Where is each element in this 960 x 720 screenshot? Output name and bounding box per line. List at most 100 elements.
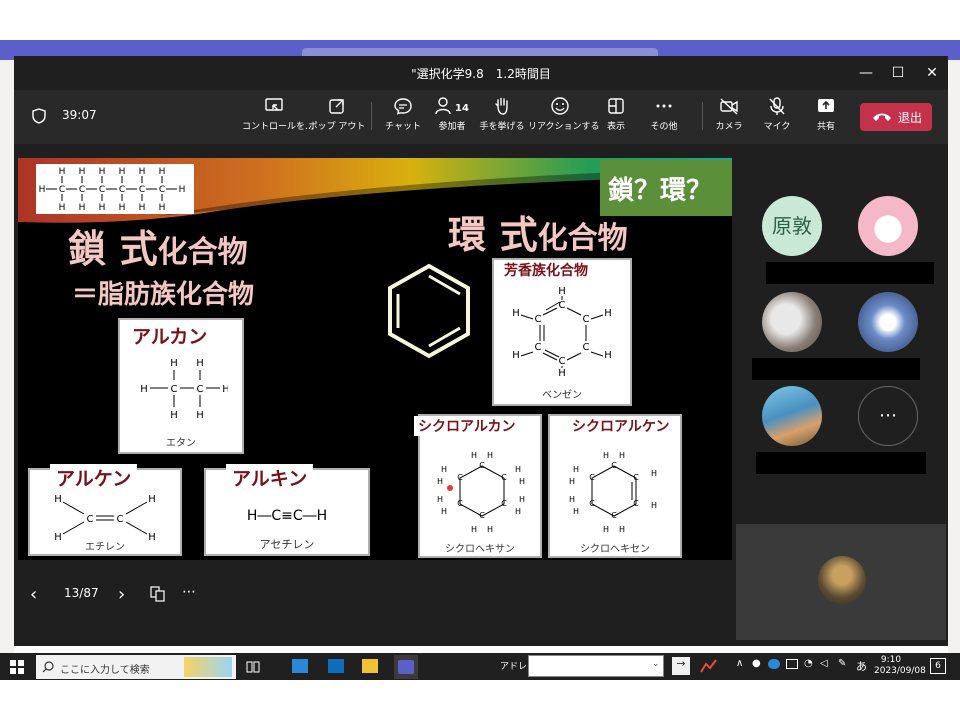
volume-icon[interactable]: ◁	[820, 658, 828, 669]
alkane-box: アルカン H H H C C H H H エタン	[118, 318, 244, 454]
self-avatar[interactable]	[818, 556, 866, 604]
clock-time: 9:10	[880, 655, 902, 665]
alkyne-heading-wrap: アルキン	[226, 464, 314, 491]
slide-more-button[interactable]: ⋯	[182, 584, 196, 600]
reaction-icon	[551, 97, 569, 115]
tray-overflow-icon[interactable]: ∧	[736, 658, 743, 669]
svg-text:H: H	[651, 469, 657, 478]
search-highlight-icon	[184, 657, 232, 677]
chain-title: 鎖 式化合物	[68, 218, 248, 273]
address-go-button[interactable]: →	[672, 657, 690, 675]
more-participants-button[interactable]: ⋯	[858, 386, 918, 446]
pen-icon[interactable]: ✎	[838, 658, 846, 669]
windows-taskbar: ここに入力して検索 アドレス ⌄ → ∧ ● ◔ ◁ ✎ あ 9:10 2023…	[0, 653, 960, 680]
svg-text:H: H	[471, 452, 477, 460]
shield-icon	[32, 108, 46, 124]
ring-title-char-a: 環	[448, 213, 487, 257]
svg-text:H: H	[515, 465, 521, 474]
maximize-icon[interactable]: ☐	[888, 64, 908, 82]
participant-avatar-4[interactable]	[858, 292, 918, 352]
cycloalkane-heading: シクロアルカン	[418, 419, 516, 435]
cycloalkane-caption: シクロヘキサン	[445, 544, 515, 555]
svg-text:C: C	[535, 314, 542, 325]
svg-text:C: C	[117, 514, 124, 525]
alkene-heading: アルケン	[56, 468, 132, 490]
participant-avatar-3[interactable]	[762, 292, 822, 352]
raise-hand-button[interactable]: 手を挙げる	[470, 96, 534, 140]
notification-center-icon[interactable]: 6	[930, 658, 946, 674]
svg-text:H: H	[196, 410, 204, 420]
alkene-heading-wrap: アルケン	[50, 464, 138, 491]
svg-text:H: H	[170, 410, 178, 420]
participant-avatar-1[interactable]: 原敦	[762, 196, 822, 256]
svg-text:H: H	[179, 185, 186, 195]
teams-app-icon[interactable]	[394, 655, 418, 679]
svg-text:C: C	[589, 473, 595, 482]
task-view-icon[interactable]	[246, 660, 260, 674]
file-explorer-icon[interactable]	[362, 659, 378, 673]
window-title: "選択化学9.8 1.2時間目	[411, 67, 551, 81]
svg-text:H: H	[603, 452, 609, 460]
slide-sorter-icon[interactable]	[150, 586, 166, 602]
participant-avatar-2[interactable]	[858, 196, 918, 256]
cycloalkene-box: シクロアルケン CCCCCC HH HH HH HH HH シクロヘキセン	[548, 414, 682, 558]
ime-indicator[interactable]: あ	[856, 658, 867, 674]
svg-text:H: H	[159, 167, 166, 177]
share-button[interactable]: 共有	[794, 96, 858, 140]
calendar-app-icon[interactable]	[292, 659, 308, 673]
minimize-icon[interactable]: —	[856, 64, 876, 82]
chain-title-char-b: 式	[119, 227, 158, 271]
chart-app-icon[interactable]	[700, 658, 718, 674]
svg-text:H: H	[59, 203, 66, 213]
svg-text:H: H	[651, 501, 657, 510]
address-dropdown-icon[interactable]: ⌄	[652, 659, 660, 669]
svg-text:H: H	[619, 525, 625, 534]
cycloalkane-box: シクロアルカン CCCCCC HH HH HH HH HH HH シクロヘキサン	[414, 414, 542, 558]
svg-text:H: H	[519, 477, 525, 486]
cycloalkene-heading: シクロアルケン	[572, 419, 670, 435]
more-button[interactable]: その他	[632, 96, 696, 140]
ethylene-diagram: HH CC HH	[54, 494, 156, 542]
participant-avatar-5[interactable]	[762, 386, 822, 446]
cycloalkene-heading-wrap: シクロアルケン	[568, 416, 674, 436]
svg-text:C: C	[119, 185, 125, 195]
reaction-label: リアクションする	[528, 122, 600, 132]
onedrive-icon[interactable]	[768, 659, 780, 669]
microphone-tray-icon[interactable]: ●	[752, 658, 761, 669]
svg-text:H: H	[54, 494, 62, 505]
mail-app-icon[interactable]	[328, 659, 344, 673]
share-control-button[interactable]: コントロールを…	[242, 96, 315, 140]
svg-text:C: C	[457, 473, 463, 482]
meeting-timer: 39:07	[62, 108, 97, 122]
participants-gallery: 原敦 ⋯	[736, 176, 948, 536]
svg-text:C: C	[633, 473, 639, 482]
address-input[interactable]	[528, 655, 664, 677]
search-placeholder: ここに入力して検索	[60, 665, 150, 676]
svg-text:H: H	[140, 384, 148, 395]
taskbar-clock[interactable]: 9:10 2023/09/08	[874, 655, 926, 677]
notification-count: 6	[935, 661, 941, 671]
leave-button[interactable]: 退出	[860, 103, 932, 131]
svg-text:H: H	[604, 308, 612, 319]
share-icon	[818, 99, 834, 112]
meeting-toolbar: 39:07 コントロールを… ポップ アウト チャット 参加者 14 手を挙げる…	[14, 90, 948, 144]
popout-button[interactable]: ポップ アウト	[305, 96, 369, 140]
svg-text:H: H	[437, 495, 443, 504]
redacted-name-bar	[756, 452, 926, 474]
redacted-name-bar	[766, 262, 934, 284]
more-icon	[656, 104, 672, 108]
battery-icon[interactable]	[786, 659, 798, 669]
prev-slide-button[interactable]: ‹	[30, 584, 37, 605]
svg-text:C: C	[159, 185, 165, 195]
network-icon[interactable]: ◔	[804, 658, 813, 669]
close-icon[interactable]: ✕	[922, 64, 942, 82]
svg-text:H: H	[604, 350, 612, 361]
more-label: その他	[650, 122, 678, 132]
next-slide-button[interactable]: ›	[118, 584, 125, 605]
svg-text:H: H	[569, 495, 575, 504]
windows-start-icon[interactable]	[10, 660, 24, 674]
share-control-label: コントロールを…	[242, 122, 315, 132]
reaction-button[interactable]: リアクションする	[528, 96, 600, 140]
cyclohexene-diagram: CCCCCC HH HH HH HH HH	[569, 452, 657, 534]
taskbar-search[interactable]: ここに入力して検索	[36, 655, 236, 679]
